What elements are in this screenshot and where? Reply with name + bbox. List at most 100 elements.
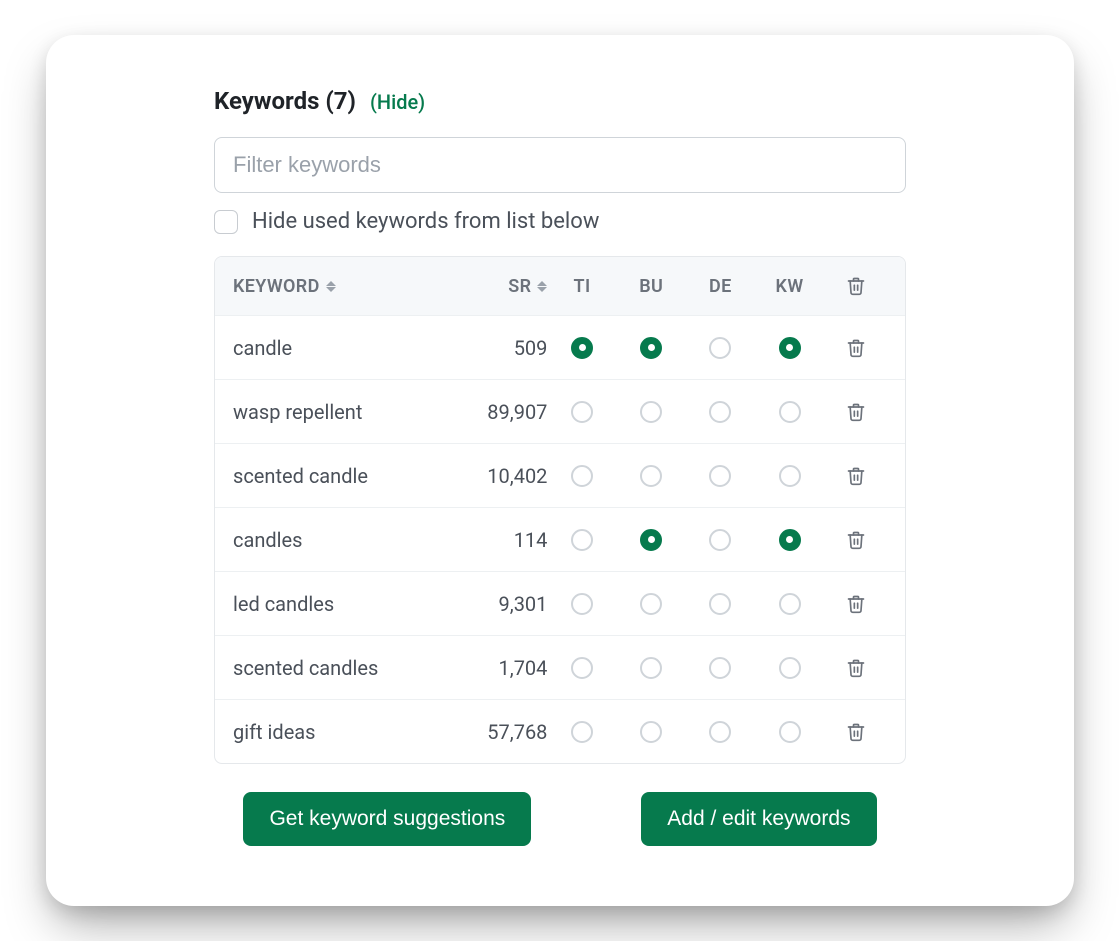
col-kw-label: KW	[776, 276, 804, 297]
hide-used-checkbox[interactable]	[214, 210, 238, 234]
cell-sr: 57,768	[434, 720, 547, 744]
actions-row: Get keyword suggestions Add / edit keywo…	[110, 792, 1010, 846]
radio-bu[interactable]	[640, 593, 662, 615]
cell-bu	[617, 465, 686, 487]
radio-kw[interactable]	[779, 337, 801, 359]
cell-bu	[617, 721, 686, 743]
cell-ti	[547, 465, 616, 487]
radio-ti[interactable]	[571, 401, 593, 423]
table-row: wasp repellent89,907	[215, 379, 905, 443]
radio-kw[interactable]	[779, 657, 801, 679]
cell-de	[686, 465, 755, 487]
cell-delete	[824, 337, 887, 359]
cell-sr: 89,907	[434, 400, 547, 424]
col-kw: KW	[755, 276, 824, 297]
col-de-label: DE	[709, 276, 732, 297]
radio-ti[interactable]	[571, 721, 593, 743]
hide-used-row: Hide used keywords from list below	[110, 209, 1010, 234]
col-bu: BU	[617, 276, 686, 297]
cell-ti	[547, 657, 616, 679]
radio-ti[interactable]	[571, 657, 593, 679]
sort-icon	[326, 281, 336, 292]
sr-value: 10,402	[487, 464, 547, 488]
radio-bu[interactable]	[640, 721, 662, 743]
filter-input[interactable]	[214, 137, 906, 193]
cell-ti	[547, 721, 616, 743]
cell-ti	[547, 529, 616, 551]
radio-kw[interactable]	[779, 401, 801, 423]
table-header: KEYWORD SR TI BU DE KW	[215, 257, 905, 315]
radio-kw[interactable]	[779, 593, 801, 615]
col-sr[interactable]: SR	[434, 276, 547, 297]
cell-ti	[547, 401, 616, 423]
cell-keyword: gift ideas	[233, 720, 434, 744]
radio-de[interactable]	[709, 465, 731, 487]
radio-ti[interactable]	[571, 529, 593, 551]
trash-icon[interactable]	[845, 721, 867, 743]
add-edit-keywords-button[interactable]: Add / edit keywords	[641, 792, 876, 846]
cell-de	[686, 337, 755, 359]
radio-bu[interactable]	[640, 465, 662, 487]
cell-keyword: candles	[233, 528, 434, 552]
trash-icon[interactable]	[845, 529, 867, 551]
radio-bu[interactable]	[640, 657, 662, 679]
sr-value: 509	[514, 336, 548, 360]
trash-icon[interactable]	[845, 337, 867, 359]
radio-de[interactable]	[709, 337, 731, 359]
cell-delete	[824, 401, 887, 423]
col-keyword[interactable]: KEYWORD	[233, 276, 434, 297]
radio-kw[interactable]	[779, 721, 801, 743]
keyword-text: candle	[233, 336, 292, 360]
radio-ti[interactable]	[571, 465, 593, 487]
radio-de[interactable]	[709, 593, 731, 615]
table-row: candles 114	[215, 507, 905, 571]
cell-delete	[824, 721, 887, 743]
cell-de	[686, 529, 755, 551]
cell-kw	[755, 465, 824, 487]
hide-link[interactable]: (Hide)	[370, 90, 425, 114]
table-row: gift ideas 57,768	[215, 699, 905, 763]
trash-icon[interactable]	[845, 401, 867, 423]
col-ti: TI	[547, 276, 616, 297]
table-row: candle 509	[215, 315, 905, 379]
radio-de[interactable]	[709, 529, 731, 551]
trash-icon[interactable]	[845, 593, 867, 615]
radio-de[interactable]	[709, 721, 731, 743]
radio-ti[interactable]	[571, 593, 593, 615]
col-keyword-label: KEYWORD	[233, 276, 320, 297]
radio-bu[interactable]	[640, 401, 662, 423]
table-row: scented candles1,704	[215, 635, 905, 699]
cell-ti	[547, 337, 616, 359]
radio-kw[interactable]	[779, 529, 801, 551]
radio-ti[interactable]	[571, 337, 593, 359]
keyword-text: gift ideas	[233, 720, 316, 744]
keywords-card: Keywords (7) (Hide) Hide used keywords f…	[46, 35, 1074, 906]
cell-keyword: scented candle	[233, 464, 434, 488]
radio-de[interactable]	[709, 401, 731, 423]
radio-kw[interactable]	[779, 465, 801, 487]
cell-delete	[824, 593, 887, 615]
cell-kw	[755, 337, 824, 359]
sr-value: 1,704	[499, 656, 548, 680]
cell-kw	[755, 721, 824, 743]
get-suggestions-button[interactable]: Get keyword suggestions	[243, 792, 531, 846]
trash-icon[interactable]	[845, 465, 867, 487]
col-delete[interactable]	[824, 275, 887, 297]
radio-de[interactable]	[709, 657, 731, 679]
trash-icon[interactable]	[845, 657, 867, 679]
cell-kw	[755, 657, 824, 679]
sort-icon	[537, 281, 547, 292]
trash-icon[interactable]	[845, 275, 867, 297]
radio-bu[interactable]	[640, 337, 662, 359]
cell-kw	[755, 529, 824, 551]
cell-de	[686, 593, 755, 615]
cell-sr: 9,301	[434, 592, 547, 616]
keyword-text: candles	[233, 528, 302, 552]
cell-bu	[617, 529, 686, 551]
cell-kw	[755, 401, 824, 423]
cell-delete	[824, 529, 887, 551]
section-title: Keywords (7)	[214, 87, 356, 115]
radio-bu[interactable]	[640, 529, 662, 551]
cell-de	[686, 657, 755, 679]
cell-sr: 114	[434, 528, 547, 552]
